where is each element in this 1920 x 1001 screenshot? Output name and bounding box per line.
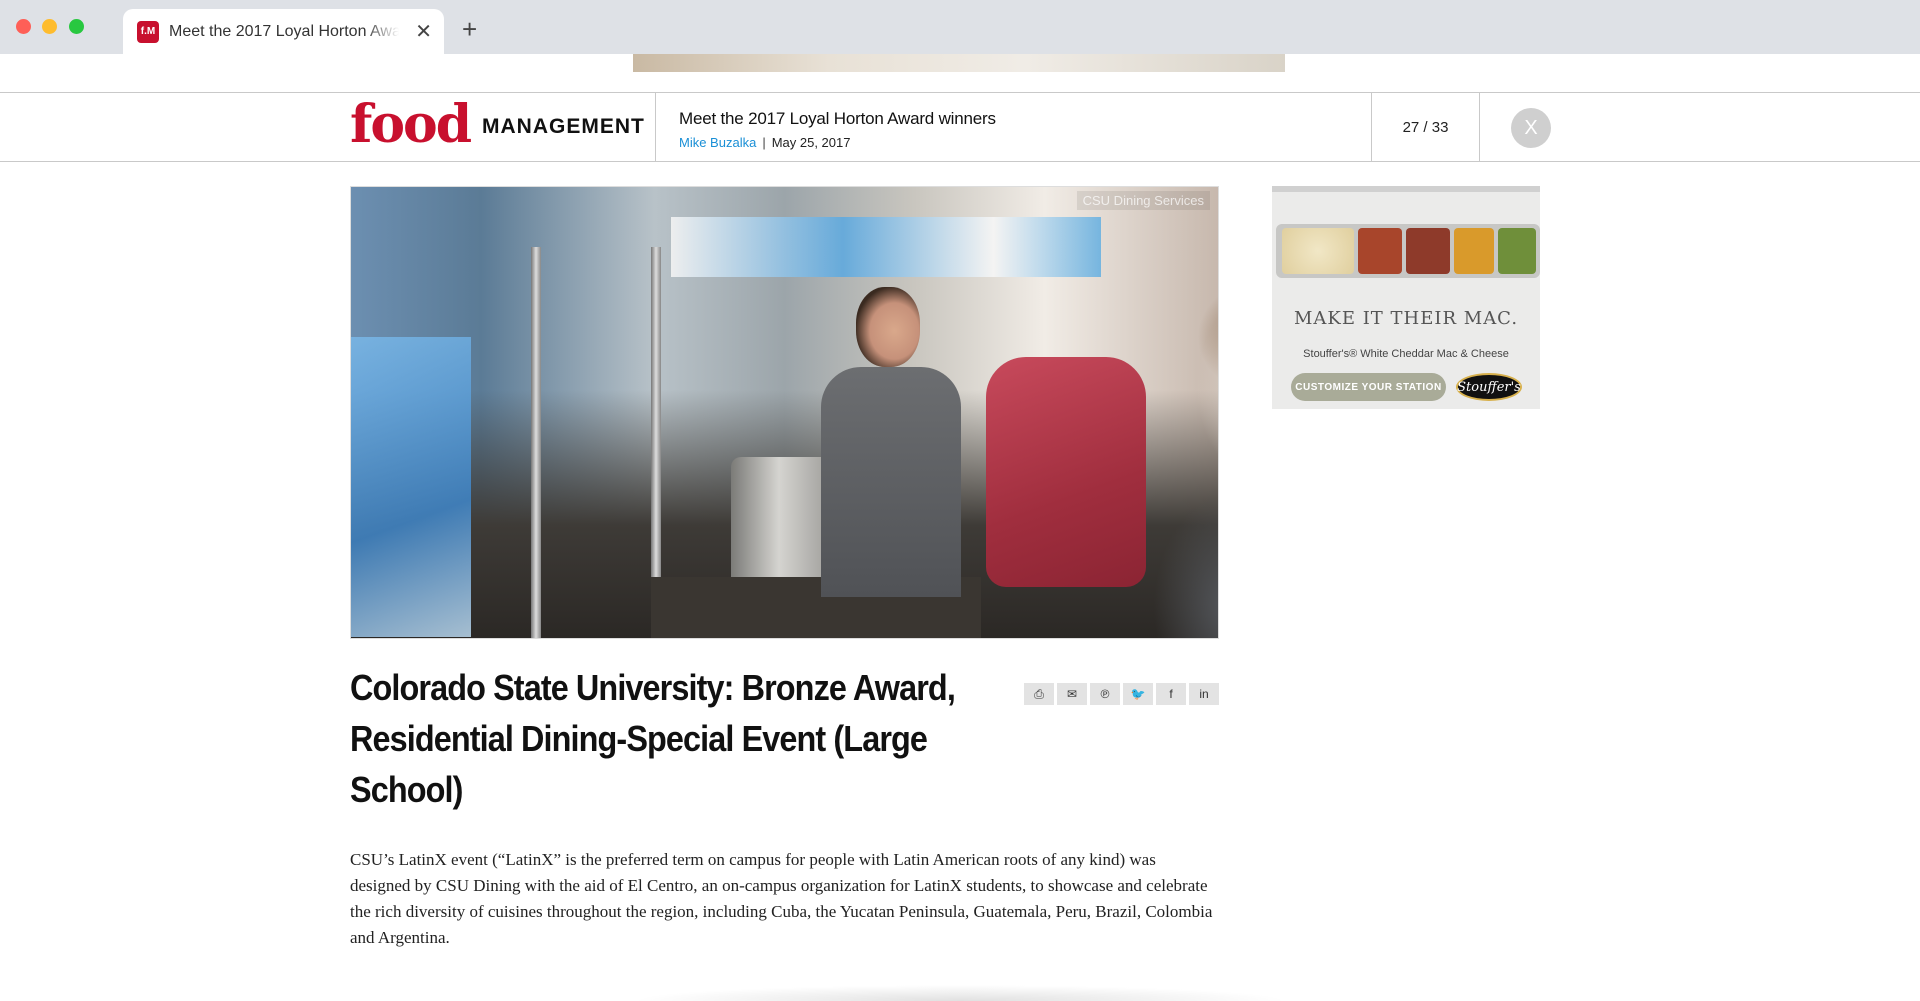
ad-pan [1498,228,1536,274]
slide-counter: 27 / 33 [1402,118,1449,136]
browser-tab[interactable]: f.M Meet the 2017 Loyal Horton Award win… [123,9,444,54]
ad-pan [1358,228,1402,274]
window-minimize-icon[interactable] [42,19,57,34]
hero-banner-decoration [671,217,1101,277]
gallery-close-button[interactable]: X [1511,108,1551,148]
hero-person-decoration [821,367,961,597]
linkedin-icon[interactable]: in [1189,683,1219,705]
ad-cta-button[interactable]: CUSTOMIZE YOUR STATION [1291,373,1446,401]
browser-chrome: f.M Meet the 2017 Loyal Horton Award win… [0,0,1920,54]
hero-flag-decoration [351,337,471,637]
site-logo-food[interactable]: food [350,95,472,155]
twitter-icon[interactable]: 🐦 [1123,683,1153,705]
hero-pole-decoration [531,247,541,638]
ad-subline: Stouffer's® White Cheddar Mac & Cheese [1303,348,1509,360]
pinterest-icon[interactable]: ℗ [1090,683,1120,705]
sidebar-ad[interactable]: MAKE IT THEIR MAC. Stouffer's® White Che… [1272,186,1540,409]
tab-title: Meet the 2017 Loyal Horton Award winners [169,22,399,40]
author-link[interactable]: Mike Buzalka [679,135,756,150]
bottom-shadow [630,985,1290,1001]
email-icon[interactable]: ✉ [1057,683,1087,705]
tab-close-icon[interactable]: ✕ [415,22,432,42]
gallery-title: Meet the 2017 Loyal Horton Award winners [679,109,996,128]
byline: Mike Buzalka | May 25, 2017 [679,135,850,150]
hero-person-head-decoration [856,287,920,367]
gallery-header: food MANAGEMENT Meet the 2017 Loyal Hort… [0,92,1920,162]
print-icon[interactable]: ⎙ [1024,683,1054,705]
byline-separator: | [762,135,766,150]
header-divider [655,93,656,161]
site-favicon-icon: f.M [137,20,159,43]
site-logo-management[interactable]: MANAGEMENT [482,115,645,139]
slide-image: CSU Dining Services [350,186,1219,639]
photo-credit: CSU Dining Services [1076,191,1210,210]
ad-pan [1406,228,1450,274]
ad-pan [1454,228,1494,274]
window-close-icon[interactable] [16,19,31,34]
article-body: CSU’s LatinX event (“LatinX” is the pref… [350,850,1213,947]
header-divider [1479,93,1480,161]
ad-headline: MAKE IT THEIR MAC. [1293,308,1519,329]
window-maximize-icon[interactable] [69,19,84,34]
facebook-icon[interactable]: f [1156,683,1186,705]
ad-brand-logo: Stouffer's [1456,373,1522,401]
hero-backpack-decoration [986,357,1146,587]
new-tab-button[interactable]: + [462,16,477,42]
ad-pan [1282,228,1354,274]
publish-date: May 25, 2017 [771,135,851,150]
ad-food-tray [1276,224,1540,278]
article-title: Colorado State University: Bronze Award,… [350,667,956,810]
top-ad-banner[interactable] [633,54,1285,72]
